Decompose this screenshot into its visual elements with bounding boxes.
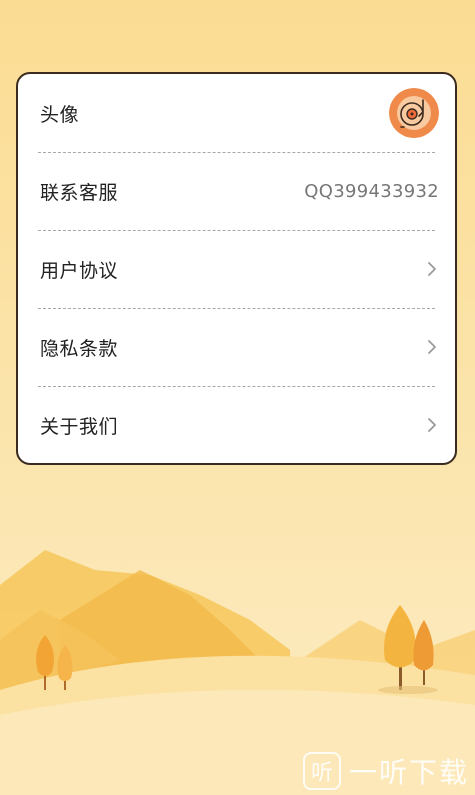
vinyl-record-avatar-icon[interactable] xyxy=(389,88,439,138)
row-about-us-label: 关于我们 xyxy=(40,415,119,438)
watermark-logo: 听 xyxy=(302,752,341,790)
watermark: 听 一听下载 xyxy=(302,751,469,791)
chevron-right-icon xyxy=(428,418,436,432)
row-privacy-policy-label: 隐私条款 xyxy=(40,337,119,360)
chevron-right-icon xyxy=(428,340,436,354)
row-contact-support-label: 联系客服 xyxy=(40,181,119,204)
qq-number: QQ399433932 xyxy=(304,180,439,202)
row-about-us[interactable]: 关于我们 xyxy=(18,386,455,463)
row-avatar[interactable]: 头像 xyxy=(18,74,455,152)
row-user-agreement[interactable]: 用户协议 xyxy=(18,230,455,308)
row-avatar-label: 头像 xyxy=(40,103,80,126)
row-contact-support[interactable]: 联系客服 QQ399433932 xyxy=(18,152,455,230)
settings-card: 头像 联系客服 QQ399433932 用户协议 隐私条款 关于我们 xyxy=(16,72,457,465)
chevron-right-icon xyxy=(428,262,436,276)
watermark-text: 一听下载 xyxy=(348,756,469,789)
row-user-agreement-label: 用户协议 xyxy=(40,259,119,282)
row-privacy-policy[interactable]: 隐私条款 xyxy=(18,308,455,386)
